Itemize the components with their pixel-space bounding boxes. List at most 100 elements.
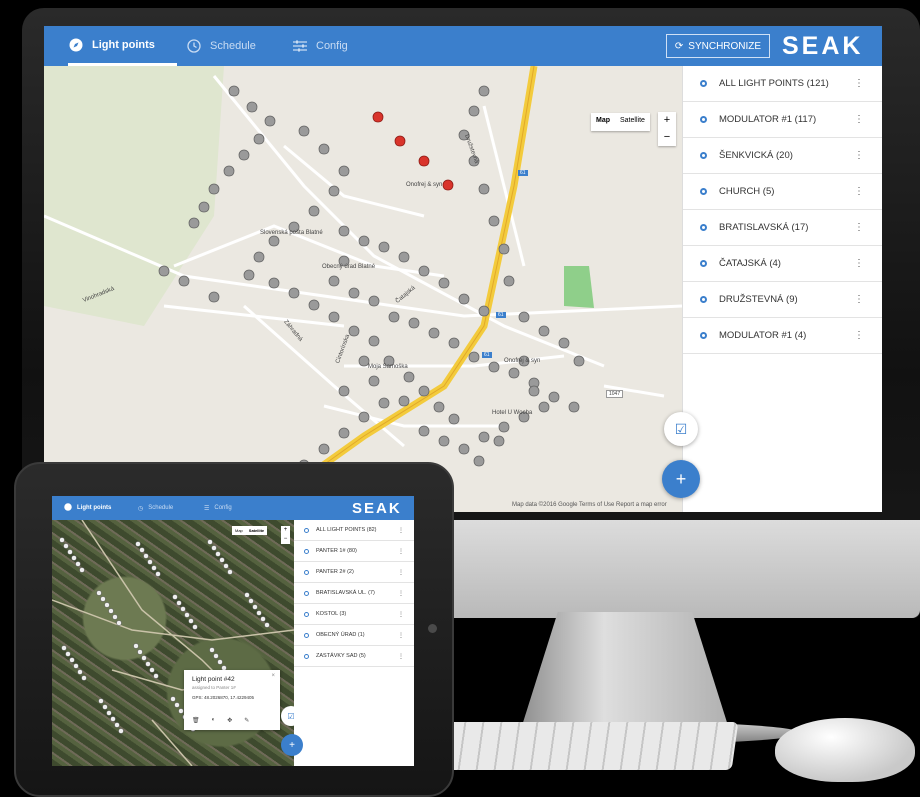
- more-options-icon[interactable]: ⋮: [854, 114, 864, 125]
- more-options-icon[interactable]: ⋮: [398, 653, 404, 660]
- select-button[interactable]: ☑: [664, 412, 698, 446]
- selected-light-point-marker: [372, 111, 384, 123]
- more-options-icon[interactable]: ⋮: [398, 548, 404, 555]
- synchronize-button[interactable]: ⟳ SYNCHRONIZE: [666, 34, 770, 58]
- add-button[interactable]: +: [662, 460, 700, 498]
- zoom-in-button[interactable]: +: [658, 112, 676, 129]
- light-point-marker: [174, 702, 180, 708]
- move-icon[interactable]: ✥: [227, 717, 232, 724]
- radio-icon[interactable]: [304, 548, 309, 554]
- light-point-marker: [104, 602, 110, 608]
- more-options-icon[interactable]: ⋮: [398, 569, 404, 576]
- radio-icon[interactable]: [700, 260, 707, 267]
- more-options-icon[interactable]: ⋮: [854, 150, 864, 161]
- tablet-tab-schedule[interactable]: ◷ Schedule: [138, 496, 173, 520]
- delete-icon[interactable]: 🗑: [192, 717, 200, 724]
- light-point-marker: [59, 537, 65, 543]
- tab-config[interactable]: Config: [292, 26, 348, 66]
- group-label: OBECNÝ ÚRAD (1): [316, 632, 365, 638]
- more-options-icon[interactable]: ⋮: [398, 590, 404, 597]
- light-point-marker: [458, 443, 470, 455]
- map-type-map[interactable]: Map: [591, 113, 615, 131]
- tablet-logo: SEAK: [352, 500, 402, 517]
- group-list-item[interactable]: DRUŽSTEVNÁ (9) ⋮: [683, 282, 882, 318]
- radio-icon[interactable]: [700, 224, 707, 231]
- tablet-group-list-item[interactable]: PANTER 1# (80) ⋮: [294, 541, 414, 562]
- map-canvas: [44, 65, 683, 512]
- map-type-satellite[interactable]: Satellite: [615, 113, 650, 131]
- light-point-marker: [252, 604, 258, 610]
- more-options-icon[interactable]: ⋮: [398, 527, 404, 534]
- tab-light-points[interactable]: Light points: [68, 26, 177, 66]
- tablet-tab-light-points[interactable]: Light points: [64, 496, 111, 520]
- radio-icon[interactable]: [304, 590, 309, 596]
- radio-icon[interactable]: [700, 188, 707, 195]
- light-point-marker: [100, 596, 106, 602]
- tablet-add-button[interactable]: +: [281, 734, 303, 756]
- tablet-group-list-item[interactable]: OBECNÝ ÚRAD (1) ⋮: [294, 625, 414, 646]
- radio-icon[interactable]: [700, 80, 707, 87]
- radio-icon[interactable]: [304, 569, 309, 575]
- radio-icon[interactable]: [304, 632, 309, 638]
- tablet-zoom-control[interactable]: + −: [281, 526, 290, 544]
- zoom-control[interactable]: + −: [658, 112, 676, 146]
- more-options-icon[interactable]: ⋮: [854, 222, 864, 233]
- zoom-out-button[interactable]: −: [658, 129, 676, 146]
- selected-light-point-marker: [442, 179, 454, 191]
- group-list-item[interactable]: BRATISLAVSKÁ (17) ⋮: [683, 210, 882, 246]
- more-options-icon[interactable]: ⋮: [398, 632, 404, 639]
- light-point-marker: [498, 421, 510, 433]
- radio-icon[interactable]: [304, 653, 309, 659]
- more-options-icon[interactable]: ⋮: [398, 611, 404, 618]
- tablet-group-list-item[interactable]: ZASTÁVKY SAD (5) ⋮: [294, 646, 414, 667]
- tablet-group-list-item[interactable]: BRATISLAVSKÁ UL. (7) ⋮: [294, 583, 414, 604]
- more-options-icon[interactable]: ⋮: [854, 294, 864, 305]
- tablet-tab-config[interactable]: ☰ Config: [204, 496, 232, 520]
- light-point-marker: [155, 571, 161, 577]
- map-type-map[interactable]: Map: [232, 526, 246, 535]
- radio-icon[interactable]: [304, 611, 309, 617]
- light-point-marker: [288, 287, 300, 299]
- road-shield: 61: [496, 312, 506, 318]
- radio-icon[interactable]: [700, 152, 707, 159]
- radio-icon[interactable]: [700, 332, 707, 339]
- light-point-marker: [209, 647, 215, 653]
- map-type-switch[interactable]: Map Satellite: [591, 113, 650, 131]
- light-point-marker: [264, 115, 276, 127]
- light-point-marker: [328, 185, 340, 197]
- group-label: MODULATOR #1 (4): [719, 330, 807, 341]
- tablet-group-list-item[interactable]: PANTER 2# (2) ⋮: [294, 562, 414, 583]
- tab-schedule[interactable]: Schedule: [186, 26, 256, 66]
- tablet-group-list-item[interactable]: ALL LIGHT POINTS (82) ⋮: [294, 520, 414, 541]
- map-view[interactable]: Map Satellite + − Onofrej & syn Slovensk…: [44, 65, 683, 512]
- logo: SEAK: [782, 32, 864, 60]
- light-point-marker: [96, 590, 102, 596]
- tablet-group-list-item[interactable]: KOSTOL (3) ⋮: [294, 604, 414, 625]
- tablet-map-type-switch[interactable]: Map Satellite: [232, 526, 268, 535]
- radio-icon[interactable]: [700, 296, 707, 303]
- group-list-item[interactable]: CHURCH (5) ⋮: [683, 174, 882, 210]
- light-point-marker: [438, 435, 450, 447]
- group-list-item[interactable]: ŠENKVICKÁ (20) ⋮: [683, 138, 882, 174]
- top-bar: Light points Schedule Config ⟳ SYNCHRONI…: [44, 26, 882, 66]
- edit-icon[interactable]: ✎: [244, 717, 249, 724]
- light-point-marker: [137, 649, 143, 655]
- radio-icon[interactable]: [304, 527, 309, 533]
- tablet-select-button[interactable]: ☑: [281, 706, 301, 726]
- group-list-item[interactable]: ALL LIGHT POINTS (121) ⋮: [683, 66, 882, 102]
- tab-label: Light points: [77, 505, 112, 511]
- group-label: ZASTÁVKY SAD (5): [316, 653, 366, 659]
- light-point-marker: [243, 269, 255, 281]
- close-icon[interactable]: ×: [271, 673, 275, 679]
- more-options-icon[interactable]: ⋮: [854, 78, 864, 89]
- more-options-icon[interactable]: ⋮: [854, 186, 864, 197]
- brightness-icon[interactable]: ◐: [212, 717, 216, 724]
- group-list-item[interactable]: MODULATOR #1 (117) ⋮: [683, 102, 882, 138]
- map-type-satellite[interactable]: Satellite: [246, 526, 267, 535]
- group-list-item[interactable]: ČATAJSKÁ (4) ⋮: [683, 246, 882, 282]
- radio-icon[interactable]: [700, 116, 707, 123]
- light-point-marker: [227, 569, 233, 575]
- group-list-item[interactable]: MODULATOR #1 (4) ⋮: [683, 318, 882, 354]
- more-options-icon[interactable]: ⋮: [854, 258, 864, 269]
- more-options-icon[interactable]: ⋮: [854, 330, 864, 341]
